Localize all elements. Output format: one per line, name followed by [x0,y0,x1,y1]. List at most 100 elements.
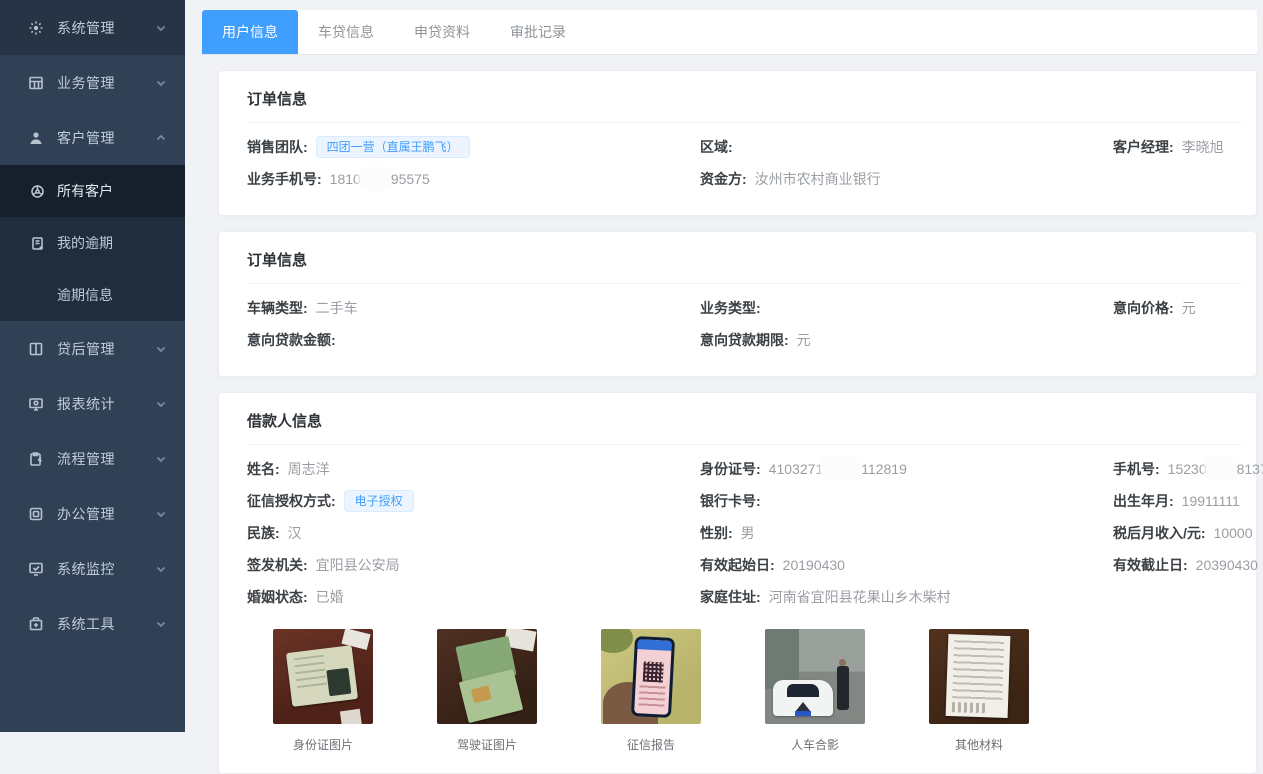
chevron-down-icon [155,508,167,520]
field-intent-loan-amount: 意向贷款金额: [247,324,692,356]
field-marital-status: 婚姻状态: 已婚 [247,581,692,613]
field-intent-price: 意向价格: 元 [1113,292,1242,324]
field-issuing-authority: 签发机关: 宜阳县公安局 [247,549,692,581]
field-intent-loan-term: 意向贷款期限: 元 [700,324,1105,356]
document-photos: 身份证图片 驾驶证图片 征信报告 [247,613,1242,753]
chevron-down-icon [155,343,167,355]
vehicle-order-card: 订单信息 车辆类型: 二手车 业务类型: 意向价格: 元 意向贷款金额: 意向贷… [218,231,1257,377]
monitor-icon [28,396,44,412]
sidebar-item-report-stats[interactable]: 报表统计 [0,376,185,431]
field-name: 姓名: 周志洋 [247,453,692,485]
field-birth-date: 出生年月: 19911111 [1113,485,1263,517]
clipboard-icon [28,451,44,467]
redaction-blur [362,171,390,186]
chevron-up-icon [155,132,167,144]
sidebar-item-my-overdue[interactable]: 我的逾期 [0,217,185,269]
card-title: 借款人信息 [247,410,1242,445]
field-valid-end-date: 有效截止日: 20390430 [1113,549,1263,581]
photo-caption: 征信报告 [601,736,701,753]
field-credit-auth: 征信授权方式: 电子授权 [247,485,692,517]
field-gender: 性别: 男 [700,517,1105,549]
sidebar-item-system-mgmt[interactable]: 系统管理 [0,0,185,55]
chevron-down-icon [155,77,167,89]
sidebar-item-label: 客户管理 [57,128,155,148]
sidebar-item-label: 逾期信息 [57,285,113,305]
notebook-icon [30,236,45,251]
tab-user-info[interactable]: 用户信息 [202,10,298,54]
tab-car-loan-info[interactable]: 车贷信息 [298,10,394,54]
sidebar-item-postloan-mgmt[interactable]: 贷后管理 [0,321,185,376]
sidebar-item-label: 贷后管理 [57,339,155,359]
field-region: 区域: [700,131,1105,163]
field-sales-team: 销售团队: 四团一营（直属王鹏飞） [247,131,692,163]
photo-item: 驾驶证图片 [437,629,537,753]
field-mobile-phone: 手机号: 152308137 [1113,453,1263,485]
redaction-blur [824,461,860,476]
sidebar-item-business-mgmt[interactable]: 业务管理 [0,55,185,110]
field-vehicle-type: 车辆类型: 二手车 [247,292,692,324]
sidebar-item-label: 所有客户 [57,181,113,201]
sidebar-item-label: 业务管理 [57,73,155,93]
sidebar-item-label: 我的逾期 [57,233,113,253]
photo-caption: 驾驶证图片 [437,736,537,753]
grid-icon [28,75,44,91]
card-title: 订单信息 [247,88,1242,123]
customer-mgmt-submenu: 所有客户 我的逾期 逾期信息 [0,165,185,321]
square-icon [28,506,44,522]
sidebar-item-label: 系统管理 [57,18,155,38]
main-content: 用户信息 车贷信息 申贷资料 审批记录 订单信息 销售团队: 四团一营（直属王鹏… [185,0,1263,732]
tab-approval-records[interactable]: 审批记录 [490,10,586,54]
credit-report-phone-photo[interactable] [601,629,701,724]
photo-item: 征信报告 [601,629,701,753]
card-title: 订单信息 [247,249,1242,284]
chevron-down-icon [155,453,167,465]
gear-icon [28,20,44,36]
photo-caption: 其他材料 [929,736,1029,753]
photo-caption: 身份证图片 [273,736,373,753]
field-business-type: 业务类型: [700,292,1105,324]
sidebar-item-all-customers[interactable]: 所有客户 [0,165,185,217]
field-monthly-income: 税后月收入/元: 10000 [1113,517,1263,549]
credit-auth-tag[interactable]: 电子授权 [344,490,414,512]
monitor-check-icon [28,561,44,577]
sidebar-item-office-mgmt[interactable]: 办公管理 [0,486,185,541]
sidebar-item-system-tools[interactable]: 系统工具 [0,596,185,651]
sidebar-item-label: 系统监控 [57,559,155,579]
photo-item: 其他材料 [929,629,1029,753]
field-funder: 资金方: 汝州市农村商业银行 [700,163,1105,195]
sidebar-item-label: 系统工具 [57,614,155,634]
photo-item: 人车合影 [765,629,865,753]
chevron-down-icon [155,22,167,34]
person-with-car-photo[interactable] [765,629,865,724]
tab-loan-application-docs[interactable]: 申贷资料 [394,10,490,54]
drivers-license-photo[interactable] [437,629,537,724]
sidebar-item-overdue-info[interactable]: 逾期信息 [0,269,185,321]
sidebar-item-label: 办公管理 [57,504,155,524]
sidebar-item-label: 报表统计 [57,394,155,414]
field-business-phone: 业务手机号: 181095575 [247,163,692,195]
sales-team-tag[interactable]: 四团一营（直属王鹏飞） [316,136,470,158]
sidebar-item-label: 流程管理 [57,449,155,469]
sidebar-item-process-mgmt[interactable]: 流程管理 [0,431,185,486]
book-icon [28,341,44,357]
borrower-info-card: 借款人信息 姓名: 周志洋 身份证号: 4103271112819 手机号: 1… [218,392,1257,774]
detail-tabs: 用户信息 车贷信息 申贷资料 审批记录 [202,10,1257,55]
photo-caption: 人车合影 [765,736,865,753]
chevron-down-icon [155,618,167,630]
chevron-down-icon [155,563,167,575]
redaction-blur [1208,461,1236,476]
field-account-manager: 客户经理: 李晓旭 [1113,131,1242,163]
id-card-photo[interactable] [273,629,373,724]
chevron-down-icon [155,398,167,410]
sidebar: 系统管理 业务管理 客户管理 所有客户 我的逾期 [0,0,185,732]
sidebar-item-customer-mgmt[interactable]: 客户管理 [0,110,185,165]
field-bank-card: 银行卡号: [700,485,1105,517]
toolbox-icon [28,616,44,632]
wheel-icon [30,184,45,199]
field-home-address: 家庭住址: 河南省宜阳县花果山乡木柴村 [700,581,1105,613]
user-icon [28,130,44,146]
order-info-card: 订单信息 销售团队: 四团一营（直属王鹏飞） 区域: 客户经理: 李晓旭 业务手… [218,70,1257,216]
handwritten-document-photo[interactable] [929,629,1029,724]
photo-item: 身份证图片 [273,629,373,753]
sidebar-item-system-monitor[interactable]: 系统监控 [0,541,185,596]
